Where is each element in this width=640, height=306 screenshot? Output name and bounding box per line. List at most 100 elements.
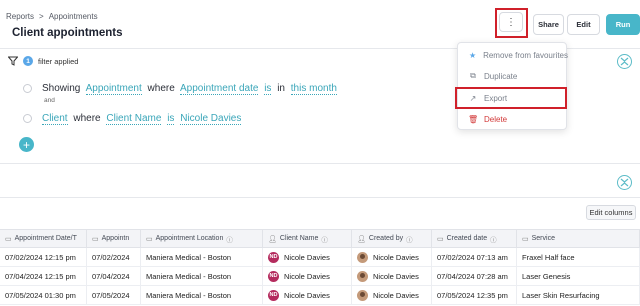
filter-condition-2[interactable]: Client where Client Name is Nicole Davie… (23, 113, 244, 125)
page-title: Client appointments (12, 27, 123, 39)
condition-field-token[interactable]: Client Name (106, 113, 162, 125)
calendar-icon: ▭ (437, 235, 444, 243)
user-icon: 👤︎ (268, 235, 277, 243)
info-icon[interactable]: ⓘ (406, 234, 413, 244)
menu-item-duplicate[interactable]: ⧉ Duplicate (458, 66, 568, 86)
column-header-label: Created by (368, 235, 404, 242)
breadcrumb-reports-link[interactable]: Reports (6, 12, 34, 21)
column-header-label: Appointment Date/T (14, 235, 77, 242)
condition-and-label: and (44, 97, 55, 104)
client-name-text: Nicole Davies (284, 271, 330, 281)
menu-item-remove-favourite[interactable]: ★ Remove from favourites (458, 45, 568, 65)
column-header-appointment-datetime[interactable]: ▭ Appointment Date/T (0, 230, 87, 247)
edit-columns-button[interactable]: Edit columns (586, 205, 636, 220)
staff-avatar (357, 289, 368, 301)
run-button[interactable]: Run (606, 14, 640, 35)
filters-divider (0, 163, 640, 164)
condition-word: where (147, 83, 175, 94)
cell-appointment-date: 07/05/2024 (87, 286, 141, 304)
cell-service: Laser Skin Resurfacing (517, 286, 640, 304)
column-header-created-by[interactable]: 👤︎ Created by ⓘ (352, 230, 432, 247)
filter-applied-label: filter applied (38, 56, 79, 66)
cell-location: Maniera Medical - Boston (141, 267, 263, 285)
info-icon[interactable]: ⓘ (226, 234, 233, 244)
share-button[interactable]: Share (533, 14, 564, 35)
edit-button[interactable]: Edit (567, 14, 600, 35)
trash-icon: 🗑︎ (468, 114, 479, 124)
cell-client-name[interactable]: ND Nicole Davies (263, 248, 352, 266)
calendar-icon: ▭ (146, 235, 153, 243)
staff-avatar (357, 270, 368, 282)
staff-avatar (357, 251, 368, 263)
filter-funnel-icon (8, 56, 18, 66)
cell-location: Maniera Medical - Boston (141, 286, 263, 304)
collapse-chart-icon[interactable] (617, 175, 632, 190)
cell-appointment-date: 07/04/2024 (87, 267, 141, 285)
cell-created-by: Nicole Davies (352, 248, 432, 266)
column-header-label: Created date (446, 235, 488, 242)
table-row[interactable]: 07/02/2024 12:15 pm 07/02/2024 Maniera M… (0, 248, 640, 267)
menu-item-delete[interactable]: 🗑︎ Delete (458, 109, 568, 129)
cell-created-date: 07/02/2024 07:13 am (432, 248, 517, 266)
filter-summary[interactable]: 1 filter applied (8, 56, 78, 66)
client-avatar: ND (268, 251, 279, 263)
created-by-text: Nicole Davies (373, 290, 419, 300)
cell-appointment-datetime: 07/02/2024 12:15 pm (0, 248, 87, 266)
results-table: ▭ Appointment Date/T ▭ Appointn ▭ Appointme… (0, 229, 640, 305)
cell-created-by: Nicole Davies (352, 267, 432, 285)
info-icon[interactable]: ⓘ (321, 234, 328, 244)
table-row[interactable]: 07/04/2024 12:15 pm 07/04/2024 Maniera M… (0, 267, 640, 286)
column-header-label: Service (531, 235, 555, 242)
condition-field-token[interactable]: Appointment date (180, 83, 259, 95)
cell-appointment-date: 07/02/2024 (87, 248, 141, 266)
condition-entity-token[interactable]: Appointment (85, 83, 142, 95)
column-header-location[interactable]: ▭ Appointment Location ⓘ (141, 230, 263, 247)
condition-bullet-icon (23, 114, 32, 123)
condition-word: Showing (42, 83, 81, 94)
calendar-icon: ▭ (522, 235, 529, 243)
condition-entity-token[interactable]: Client (42, 113, 68, 125)
more-options-highlight (495, 8, 528, 38)
condition-word: where (73, 113, 101, 124)
created-by-text: Nicole Davies (373, 252, 419, 262)
condition-value-token[interactable]: this month (290, 83, 337, 95)
filter-count-badge: 1 (23, 56, 33, 66)
user-icon: 👤︎ (357, 235, 366, 243)
page-header: Reports > Appointments Client appointmen… (0, 0, 640, 48)
info-icon[interactable]: ⓘ (490, 234, 497, 244)
column-header-created-date[interactable]: ▭ Created date ⓘ (432, 230, 517, 247)
calendar-icon: ▭ (92, 235, 99, 243)
condition-value-token[interactable]: Nicole Davies (180, 113, 242, 125)
table-header-row: ▭ Appointment Date/T ▭ Appointn ▭ Appointme… (0, 229, 640, 248)
condition-word: in (277, 83, 285, 94)
cell-appointment-datetime: 07/04/2024 12:15 pm (0, 267, 87, 285)
cell-created-date: 07/04/2024 07:28 am (432, 267, 517, 285)
client-avatar: ND (268, 270, 279, 282)
collapse-filters-icon[interactable] (617, 54, 632, 69)
cell-client-name[interactable]: ND Nicole Davies (263, 286, 352, 304)
calendar-icon: ▭ (5, 235, 12, 243)
column-header-appointment-date[interactable]: ▭ Appointn (87, 230, 141, 247)
condition-bullet-icon (23, 84, 32, 93)
cell-location: Maniera Medical - Boston (141, 248, 263, 266)
column-header-service[interactable]: ▭ Service (517, 230, 640, 247)
more-options-menu: ★ Remove from favourites ⧉ Duplicate ↗ E… (457, 42, 568, 130)
condition-operator-token[interactable]: is (167, 113, 175, 125)
created-by-text: Nicole Davies (373, 271, 419, 281)
cell-service: Laser Genesis (517, 267, 640, 285)
export-highlight (455, 87, 567, 109)
breadcrumb: Reports > Appointments (6, 12, 98, 21)
chart-divider (0, 197, 640, 198)
cell-service: Fraxel Half face (517, 248, 640, 266)
breadcrumb-current: Appointments (48, 12, 98, 21)
add-filter-button[interactable]: + (19, 137, 34, 152)
condition-operator-token[interactable]: is (264, 83, 272, 95)
cell-client-name[interactable]: ND Nicole Davies (263, 267, 352, 285)
menu-item-label: Delete (484, 114, 508, 124)
table-row[interactable]: 07/05/2024 01:30 pm 07/05/2024 Maniera M… (0, 286, 640, 305)
column-header-client-name[interactable]: 👤︎ Client Name ⓘ (263, 230, 352, 247)
column-header-label: Appointment Location (155, 235, 224, 242)
filter-condition-1[interactable]: Showing Appointment where Appointment da… (23, 83, 340, 95)
client-name-text: Nicole Davies (284, 290, 330, 300)
column-header-label: Client Name (279, 235, 319, 242)
